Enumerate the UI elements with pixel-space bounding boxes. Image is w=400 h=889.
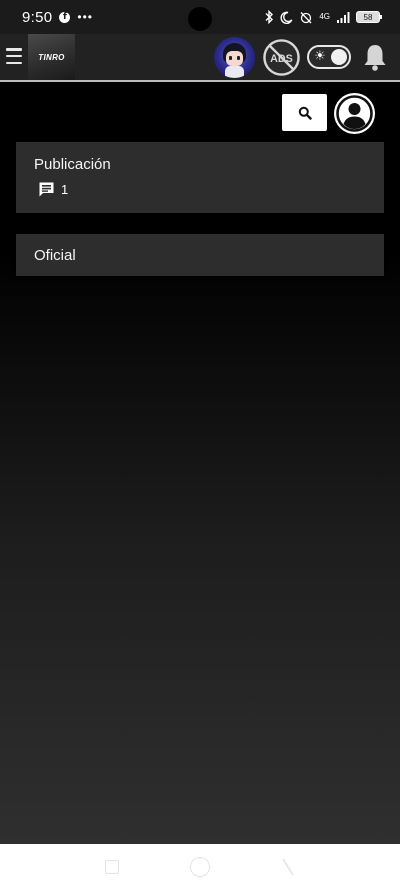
status-right: 4G 58: [264, 10, 382, 24]
account-icon[interactable]: [334, 93, 375, 134]
no-ads-icon[interactable]: ADS: [262, 38, 301, 77]
logo-text: TINRO: [38, 52, 65, 62]
recents-icon[interactable]: [105, 860, 119, 874]
network-label: 4G: [319, 12, 330, 21]
comment-count: 1: [61, 182, 69, 197]
more-icon: •••: [77, 10, 94, 24]
card-publicacion[interactable]: Publicación 1: [16, 142, 384, 213]
camera-cutout: [188, 7, 212, 31]
app-header: TINRO ADS ☀: [0, 34, 400, 80]
search-button[interactable]: [282, 94, 327, 131]
sun-icon: ☀: [314, 49, 326, 64]
logo[interactable]: TINRO: [28, 34, 75, 80]
menu-icon[interactable]: [6, 46, 22, 66]
bluetooth-icon: [265, 10, 274, 24]
battery-icon: 58: [356, 11, 382, 23]
search-icon: [298, 106, 312, 120]
toggle-knob: [331, 49, 347, 65]
system-nav-bar: [0, 844, 400, 889]
comment-icon: [39, 182, 54, 197]
comment-count-row: 1: [38, 181, 68, 198]
back-icon[interactable]: [280, 857, 296, 877]
facebook-icon: f: [59, 11, 71, 23]
signal-icon: [337, 12, 350, 23]
theme-toggle[interactable]: ☀: [307, 45, 351, 69]
card-title: Publicación: [34, 156, 111, 173]
avatar[interactable]: [214, 37, 255, 78]
card-oficial[interactable]: Oficial: [16, 234, 384, 276]
moon-icon: [280, 11, 293, 24]
home-icon[interactable]: [190, 857, 210, 877]
status-time: 9:50: [22, 8, 53, 26]
bell-icon[interactable]: [361, 42, 389, 72]
alarm-off-icon: [300, 11, 312, 23]
card-title: Oficial: [34, 247, 76, 264]
status-left: 9:50 f •••: [22, 9, 93, 26]
